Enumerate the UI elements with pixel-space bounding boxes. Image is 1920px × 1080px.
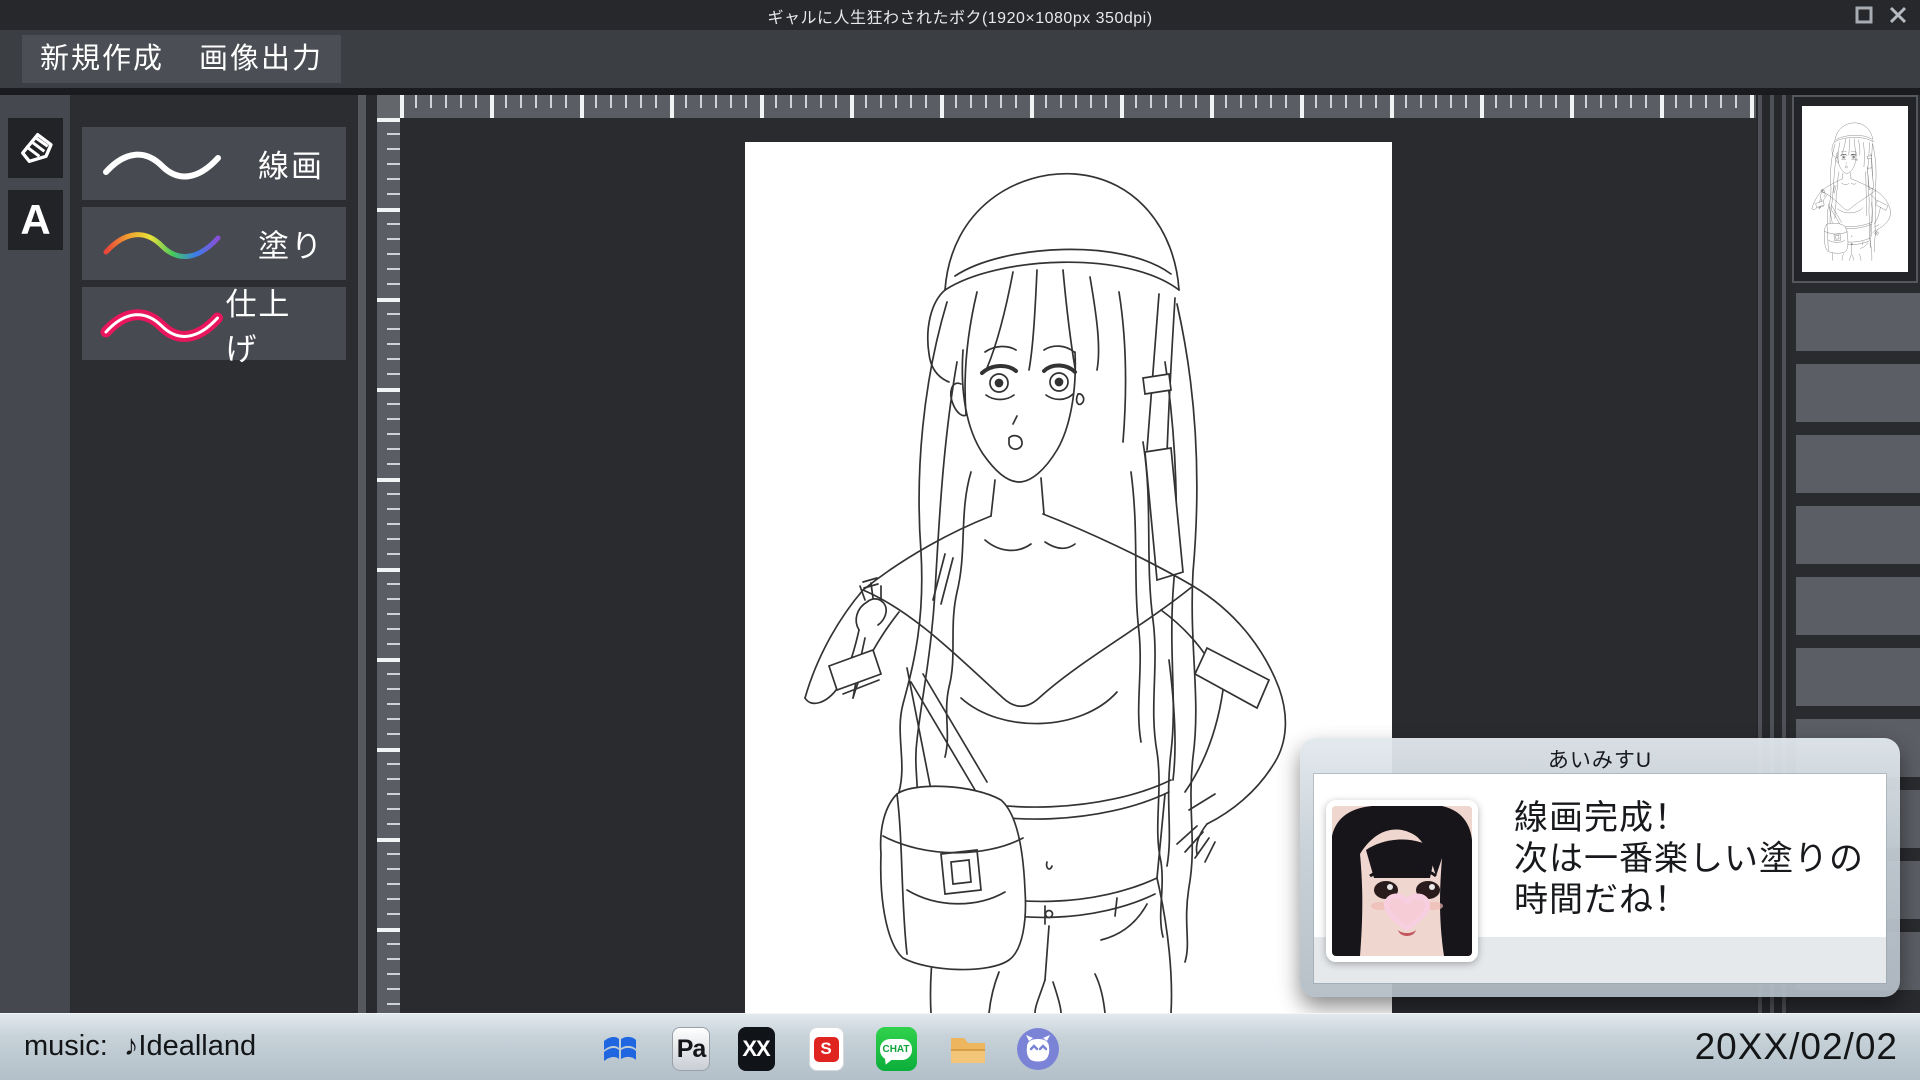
dialog-text: 線画完成！ 次は一番楽しい塗りの 時間だね！	[1514, 798, 1864, 921]
taskbar-paint-app-button[interactable]: Pa	[669, 1027, 713, 1071]
dialog-line: 線画完成！	[1514, 798, 1864, 839]
brush-coloring-label: 塗り	[258, 221, 324, 266]
taskbar: music: ♪Idealland Pa XX S CHAT	[0, 1013, 1920, 1080]
xx-app-icon: XX	[738, 1027, 775, 1071]
chat-bubble-tail	[881, 1056, 892, 1066]
thumbnail-artwork	[1802, 106, 1908, 272]
coloring-stroke-icon	[98, 224, 226, 264]
eraser-icon	[16, 128, 56, 168]
canvas-page[interactable]	[745, 142, 1392, 1013]
export-image-button[interactable]: 画像出力	[181, 35, 341, 83]
taskbar-windows-button[interactable]	[598, 1027, 642, 1071]
windows-flag-icon	[600, 1029, 640, 1069]
panel-divider	[358, 95, 366, 1013]
folder-icon	[947, 1029, 989, 1069]
taskbar-game-chat-button[interactable]	[1016, 1027, 1060, 1071]
app-window: ギャルに人生狂わされたボク(1920×1080px 350dpi) 新規作成 画…	[0, 0, 1920, 1080]
window-title: ギャルに人生狂わされたボク(1920×1080px 350dpi)	[0, 4, 1920, 28]
taskbar-folder-button[interactable]	[946, 1027, 990, 1071]
ruler-corner	[377, 95, 400, 118]
maximize-button[interactable]	[1850, 2, 1878, 28]
layer-slot[interactable]	[1796, 506, 1920, 564]
taskbar-chat-app-button[interactable]: CHAT	[874, 1027, 918, 1071]
maximize-icon	[1854, 5, 1874, 25]
dialog-content: 線画完成！ 次は一番楽しい塗りの 時間だね！	[1314, 774, 1886, 983]
dialog-line: 時間だね！	[1514, 880, 1864, 921]
canvas-artwork	[745, 142, 1392, 1013]
music-track: ♪Idealland	[124, 1030, 256, 1062]
tool-strip: A	[0, 95, 70, 1013]
brush-coloring-button[interactable]: 塗り	[82, 207, 346, 280]
layer-slot[interactable]	[1796, 364, 1920, 422]
vertical-ruler	[377, 118, 400, 1013]
assistant-dialog[interactable]: あいみすU 線画完	[1300, 738, 1900, 997]
layer-slot[interactable]	[1796, 293, 1920, 351]
game-controller-icon	[1016, 1027, 1060, 1071]
taskbar-xx-app-button[interactable]: XX	[734, 1027, 778, 1071]
menu-bar: 新規作成 画像出力	[0, 30, 1920, 88]
title-bar: ギャルに人生狂わされたボク(1920×1080px 350dpi)	[0, 0, 1920, 30]
brush-panel: 線画 塗り 仕上げ	[70, 95, 358, 1013]
lineart-stroke-icon	[98, 144, 226, 184]
brush-finishing-button[interactable]: 仕上げ	[82, 287, 346, 360]
music-label: music:	[24, 1030, 108, 1062]
dialog-line: 次は一番楽しい塗りの	[1514, 839, 1864, 880]
layer-slot[interactable]	[1796, 648, 1920, 706]
brush-lineart-label: 線画	[258, 141, 324, 186]
brush-finishing-label: 仕上げ	[225, 279, 324, 369]
avatar	[1326, 800, 1478, 962]
chat-app-icon: CHAT	[876, 1027, 917, 1071]
brush-lineart-button[interactable]: 線画	[82, 127, 346, 200]
music-indicator: music: ♪Idealland	[24, 1030, 256, 1063]
finishing-stroke-icon	[98, 304, 225, 344]
menu-separator	[0, 88, 1920, 95]
taskbar-s-app-button[interactable]: S	[804, 1027, 848, 1071]
horizontal-ruler	[400, 95, 1756, 118]
dialog-speaker-name: あいみすU	[1300, 744, 1900, 774]
eraser-tool-button[interactable]	[8, 118, 63, 178]
avatar-illustration	[1332, 806, 1472, 956]
close-button[interactable]	[1884, 2, 1912, 28]
close-icon	[1888, 5, 1908, 25]
date-display: 20XX/02/02	[1695, 1026, 1898, 1068]
text-tool-label: A	[20, 199, 50, 241]
new-file-button[interactable]: 新規作成	[22, 35, 182, 83]
navigator-frame	[1792, 95, 1918, 283]
navigator-thumbnail[interactable]	[1802, 106, 1908, 272]
layer-slot[interactable]	[1796, 435, 1920, 493]
paint-app-icon: Pa	[672, 1027, 710, 1071]
s-app-icon: S	[809, 1027, 844, 1071]
layer-slot[interactable]	[1796, 577, 1920, 635]
s-app-glyph: S	[814, 1037, 839, 1062]
text-tool-button[interactable]: A	[8, 190, 63, 250]
